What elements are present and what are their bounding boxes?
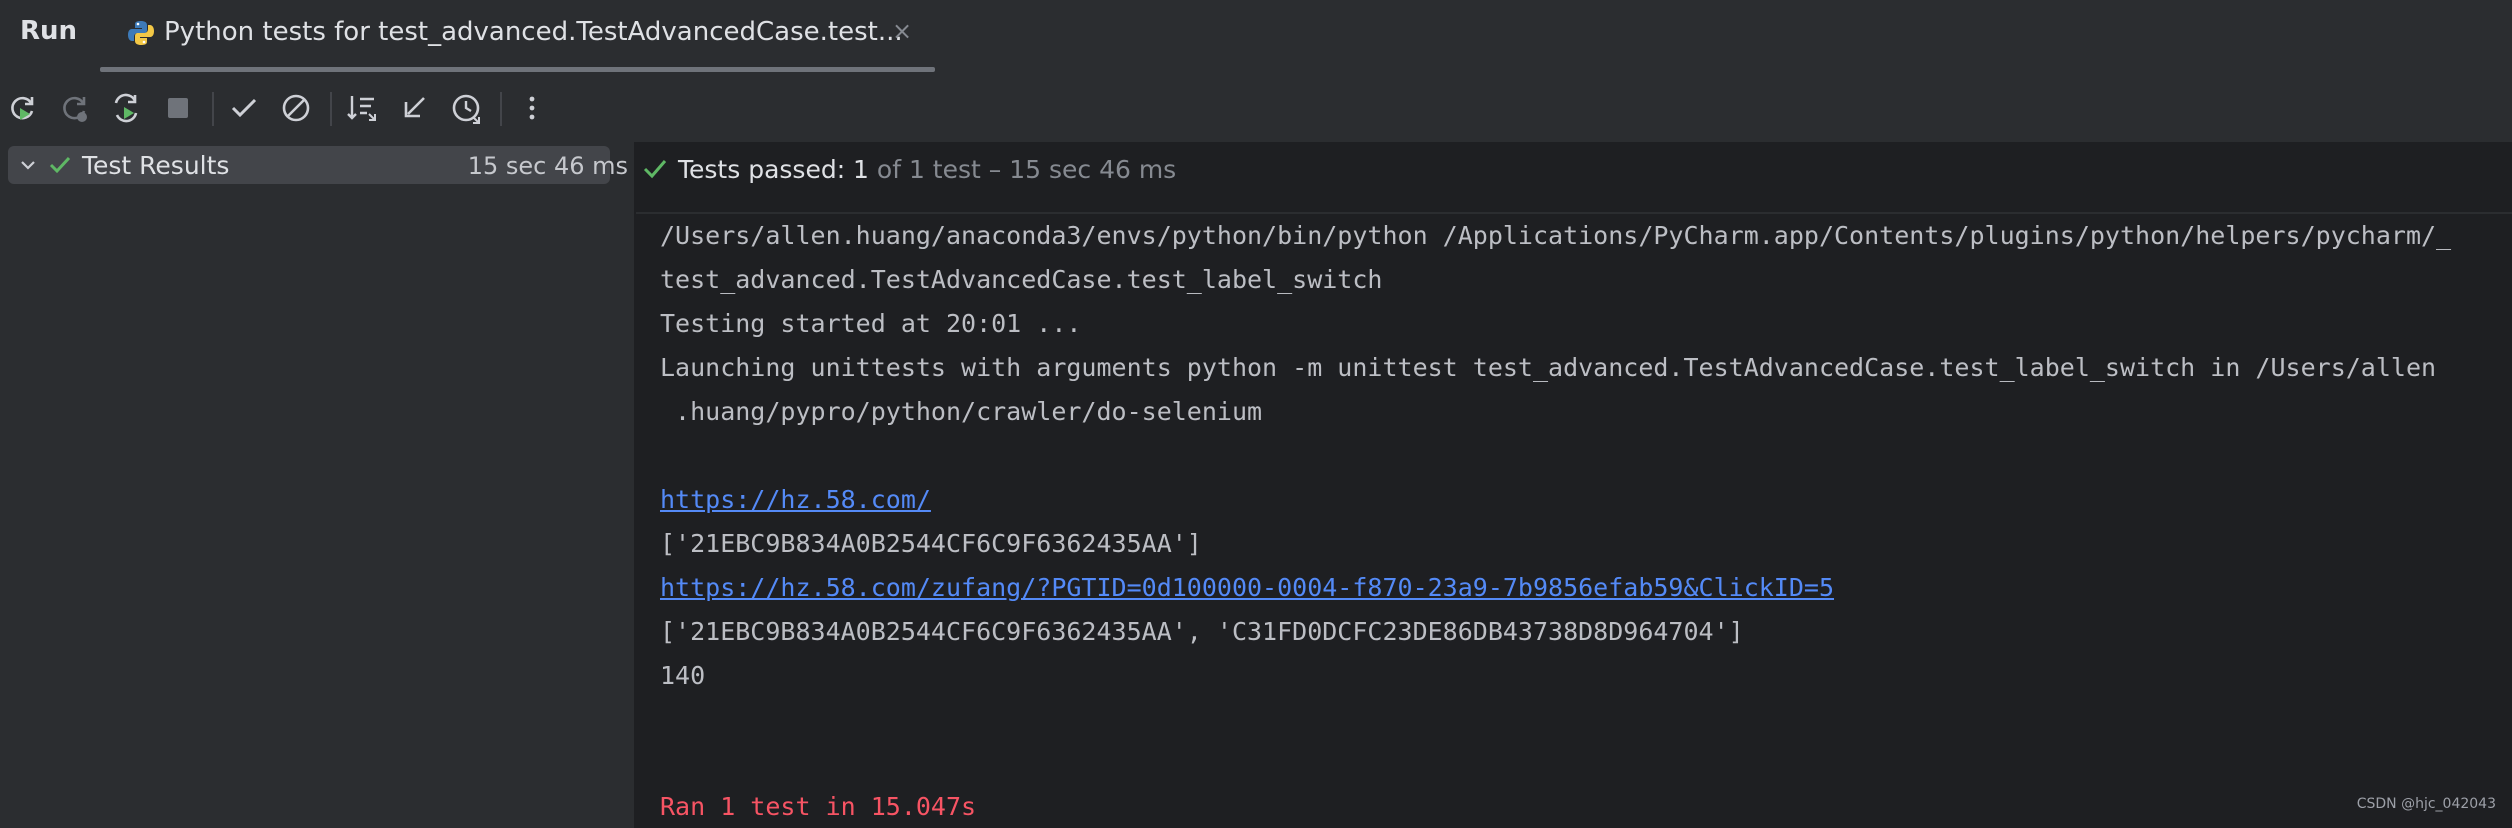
- tests-passed-label: Tests passed: 1: [678, 155, 869, 184]
- watermark: CSDN @hjc_042043: [2356, 796, 2496, 812]
- rerun-failed-icon[interactable]: [56, 90, 92, 126]
- show-ignored-icon[interactable]: [278, 90, 314, 126]
- console-line: /Users/allen.huang/anaconda3/envs/python…: [660, 221, 2452, 250]
- console-line: ['21EBC9B834A0B2544CF6C9F6362435AA', 'C3…: [660, 617, 1744, 646]
- console-summary-line: Ran 1 test in 15.047s: [660, 792, 977, 821]
- passed-check-icon: [48, 154, 72, 176]
- test-status-bar: Tests passed: 1 of 1 test – 15 sec 46 ms: [636, 142, 2512, 214]
- toolbar-divider: [212, 92, 214, 126]
- console-line: .huang/pypro/python/crawler/do-selenium: [660, 397, 1263, 426]
- passed-check-icon: [642, 156, 668, 182]
- run-tool-window-title: Run: [20, 16, 78, 46]
- chevron-down-icon[interactable]: [18, 155, 38, 175]
- run-toolbar: [0, 72, 2512, 142]
- console-line: test_advanced.TestAdvancedCase.test_labe…: [660, 265, 1383, 294]
- python-icon: [126, 18, 156, 48]
- rerun-icon[interactable]: [4, 90, 40, 126]
- tree-item-label: Test Results: [82, 151, 230, 180]
- collapse-all-icon[interactable]: [396, 90, 432, 126]
- tool-window-header: Run Python tests for test_advanced.TestA…: [0, 0, 2512, 73]
- console-line: 140: [660, 661, 706, 690]
- console-line: Launching unittests with arguments pytho…: [660, 353, 2437, 382]
- console-output[interactable]: /Users/allen.huang/anaconda3/envs/python…: [660, 218, 2512, 828]
- tree-item-test-results[interactable]: Test Results 15 sec 46 ms: [8, 146, 628, 184]
- console-link[interactable]: https://hz.58.com/zufang/?PGTID=0d100000…: [660, 570, 1834, 606]
- run-configuration-tab[interactable]: Python tests for test_advanced.TestAdvan…: [100, 0, 935, 72]
- test-output-panel: Tests passed: 1 of 1 test – 15 sec 46 ms…: [636, 142, 2512, 828]
- close-icon[interactable]: ×: [892, 17, 912, 45]
- toolbar-divider: [330, 92, 332, 126]
- toggle-auto-test-icon[interactable]: [108, 90, 144, 126]
- stop-icon[interactable]: [160, 90, 196, 126]
- test-status-text: Tests passed: 1 of 1 test – 15 sec 46 ms: [678, 155, 1176, 184]
- console-link[interactable]: https://hz.58.com/: [660, 482, 931, 518]
- toolbar-divider: [500, 92, 502, 126]
- sort-alphabetically-icon[interactable]: [344, 90, 380, 126]
- tests-passed-detail: of 1 test – 15 sec 46 ms: [868, 155, 1177, 184]
- more-options-icon[interactable]: [514, 90, 550, 126]
- show-passed-icon[interactable]: [226, 90, 262, 126]
- tab-title: Python tests for test_advanced.TestAdvan…: [164, 17, 903, 47]
- tree-item-duration: 15 sec 46 ms: [467, 152, 628, 180]
- sort-by-duration-icon[interactable]: [448, 90, 484, 126]
- console-line: Testing started at 20:01 ...: [660, 309, 1082, 338]
- test-results-tree: Test Results 15 sec 46 ms: [0, 142, 636, 828]
- console-line: ['21EBC9B834A0B2544CF6C9F6362435AA']: [660, 529, 1202, 558]
